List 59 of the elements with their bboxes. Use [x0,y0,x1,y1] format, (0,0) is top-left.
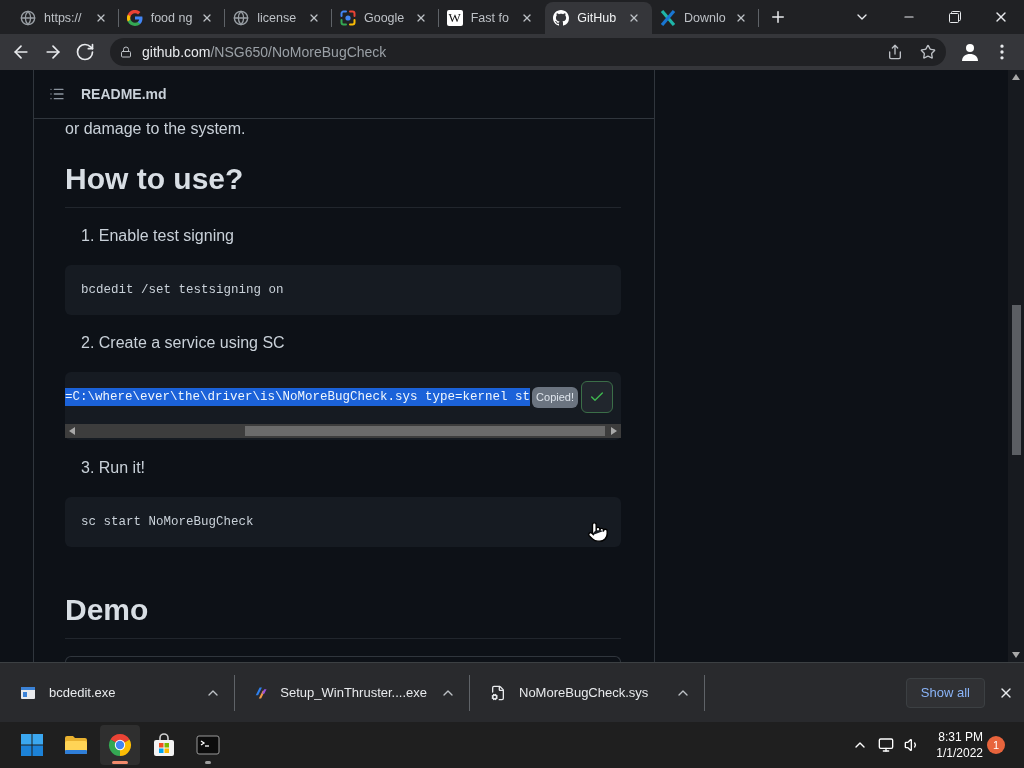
cross-logo-icon [659,10,676,26]
show-all-button[interactable]: Show all [905,677,985,708]
download-item[interactable]: bcdedit.exe [0,670,234,715]
download-item[interactable]: Setup_WinThruster....exe [235,670,469,715]
scroll-down-icon[interactable] [1012,652,1020,658]
browser-tab[interactable]: GitHub [545,2,652,34]
cat-logo-icon [553,10,570,26]
browser-tab[interactable]: license [225,2,332,34]
browser-tab[interactable]: https:// [12,2,119,34]
copied-tooltip: Copied! [532,386,578,408]
code-text: =C:\where\ever\the\driver\is\NoMoreBugCheck.sys type=kernel st [65,388,531,406]
section-heading: How to use? [65,159,621,208]
four-squares-icon [20,733,44,757]
clock-date[interactable]: 1/1/2022 [936,745,983,761]
share-icon[interactable] [887,44,903,60]
restore-icon[interactable] [949,11,961,23]
scroll-right-icon[interactable] [611,427,617,435]
hand-cursor-icon [587,521,609,543]
scroll-left-icon[interactable] [69,427,75,435]
scrollbar-thumb[interactable] [245,426,605,436]
step-text: 2. Create a service using SC [80,333,286,353]
address-text: github.com/NSG650/NoMoreBugCheck [142,44,388,60]
app-window-icon [20,684,36,701]
profile-icon[interactable] [960,42,980,62]
terminal-icon [196,733,220,757]
scroll-up-icon[interactable] [1012,74,1020,80]
browser-tab[interactable]: Downlo [651,2,759,34]
file-icon [490,684,506,701]
globe-icon [233,10,250,26]
folder-icon [64,733,88,757]
step-text: 1. Enable test signing [80,226,235,246]
file-name[interactable]: README.md [81,86,167,102]
paragraph-text: or damage to the system. [65,120,247,138]
step-text: 3. Run it! [80,458,147,478]
taskbar-app[interactable] [100,725,140,765]
address-bar[interactable]: github.com/NSG650/NoMoreBugCheck [110,38,946,66]
horizontal-scrollbar[interactable] [65,424,621,438]
scrollbar-thumb[interactable] [1011,305,1021,455]
outline-icon[interactable] [49,86,65,102]
star-icon[interactable] [920,44,936,60]
reload-icon[interactable] [75,42,95,62]
shopping-bag-icon [152,733,176,757]
monitor-icon[interactable] [878,737,895,753]
browser-tab[interactable]: Google [331,2,439,34]
copy-button[interactable] [581,381,613,413]
code-text: sc start NoMoreBugCheck [81,514,254,531]
browser-tab[interactable]: food ng [118,2,226,34]
clock-time[interactable]: 8:31 PM [938,729,983,745]
vertical-scrollbar[interactable] [1008,70,1024,662]
browser-tab[interactable]: W Fast fo [438,2,546,34]
ring-logo-icon [108,733,132,757]
section-heading: Demo [65,590,621,639]
lens-icon [339,10,356,26]
code-text: bcdedit /set testsigning on [81,282,284,299]
letter-tile-icon: W [446,10,463,26]
letter-g-icon [126,10,143,26]
lock-icon [120,46,132,58]
download-item[interactable]: NoMoreBugCheck.sys [470,670,704,715]
globe-icon [20,10,36,26]
